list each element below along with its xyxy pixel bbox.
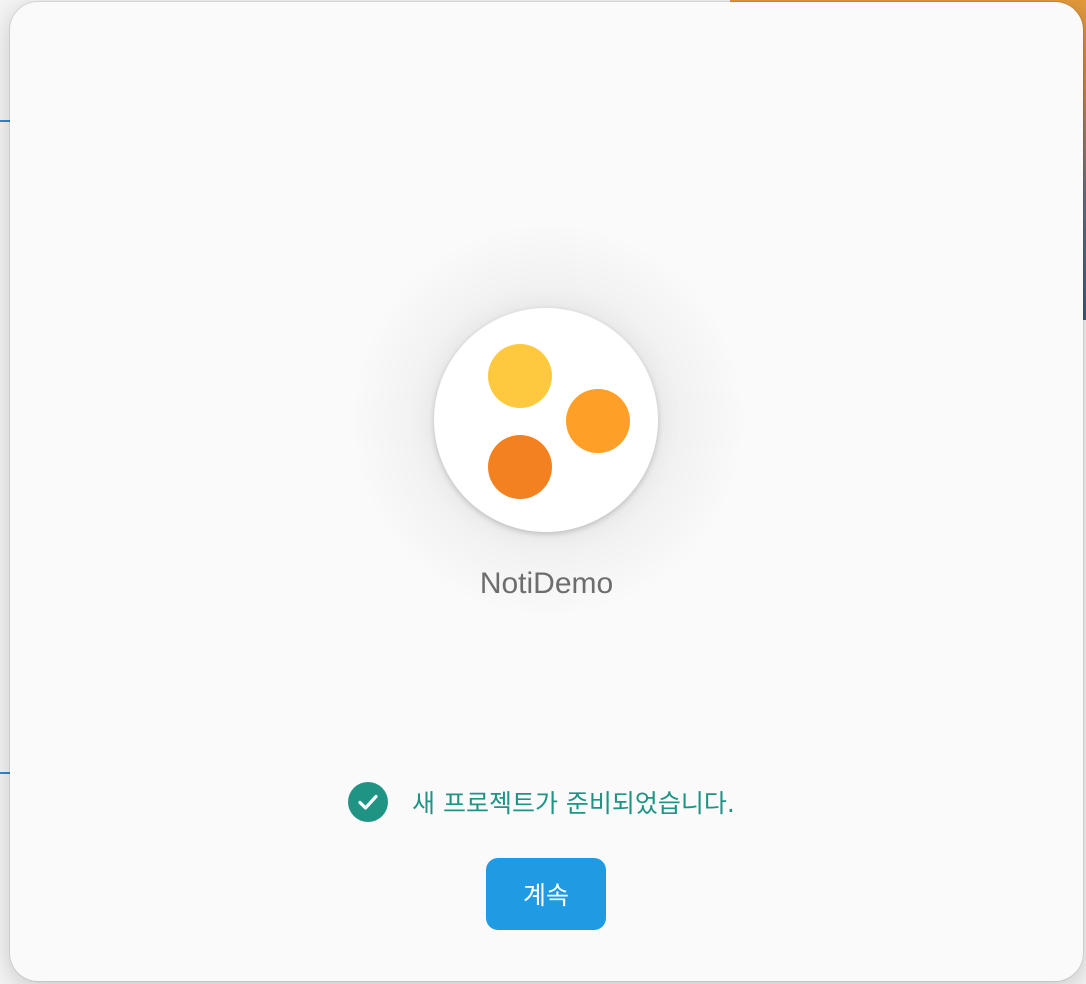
status-message: 새 프로젝트가 준비되었습니다. — [412, 789, 735, 818]
logo-dot-deep-orange — [488, 435, 552, 499]
check-circle-icon — [348, 782, 388, 822]
logo-dot-orange — [566, 389, 630, 453]
status-row: 새 프로젝트가 준비되었습니다. — [348, 782, 735, 822]
continue-button[interactable]: 계속 — [486, 858, 606, 930]
app-logo — [434, 308, 658, 532]
logo-dot-yellow — [488, 344, 552, 408]
project-ready-dialog: NotiDemo 새 프로젝트가 준비되었습니다. 계속 — [10, 2, 1083, 981]
app-name: NotiDemo — [479, 567, 614, 600]
